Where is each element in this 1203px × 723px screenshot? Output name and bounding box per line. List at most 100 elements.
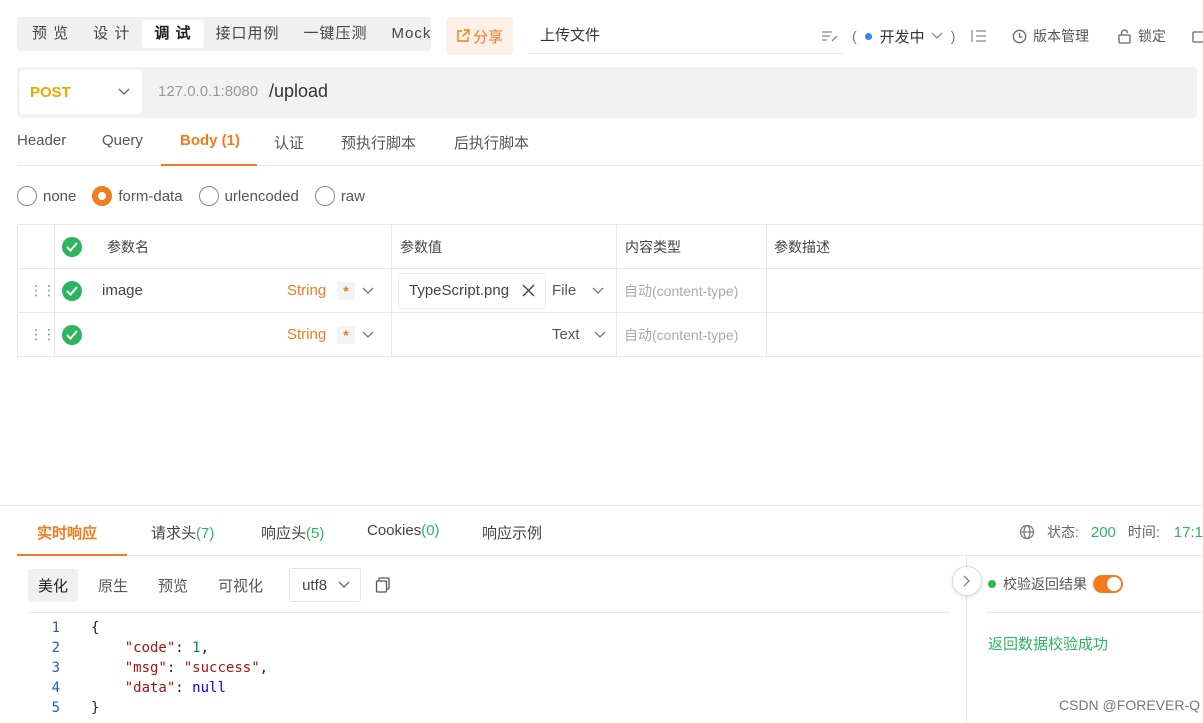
chevron-down-icon[interactable] — [362, 313, 374, 356]
chevron-down-icon — [592, 287, 604, 294]
active-tab-indicator — [17, 554, 127, 556]
more-icon[interactable] — [1192, 24, 1203, 48]
content-type-input[interactable]: 自动(content-type) — [624, 313, 738, 356]
file-value-field[interactable]: TypeScript.png — [398, 269, 546, 312]
tab-design[interactable]: 设 计 — [81, 20, 142, 48]
line-number: 4 — [51, 680, 60, 696]
file-name: TypeScript.png — [409, 282, 510, 299]
tab-post-script[interactable]: 后执行脚本 — [454, 132, 529, 153]
chevron-down-icon — [118, 88, 130, 95]
api-name-input[interactable]: 上传文件 — [528, 18, 843, 54]
format-raw[interactable]: 原生 — [88, 569, 138, 602]
param-type[interactable]: String — [287, 269, 326, 312]
param-name-input[interactable]: image — [102, 269, 143, 312]
lock-icon — [1118, 28, 1131, 44]
tab-body[interactable]: Body (1) — [180, 132, 240, 149]
tab-live-response[interactable]: 实时响应 — [37, 522, 97, 543]
copy-icon[interactable] — [375, 577, 391, 593]
tab-auth[interactable]: 认证 — [274, 132, 304, 153]
env-selector[interactable]: ( 开发中 ) — [852, 24, 955, 48]
tab-cookies[interactable]: Cookies(0) — [367, 522, 440, 539]
value-kind-select[interactable]: Text — [552, 313, 606, 356]
radio-label: none — [43, 187, 77, 205]
format-bar: 美化 原生 预览 可视化 utf8 — [28, 568, 391, 602]
api-name-text: 上传文件 — [540, 27, 601, 44]
encoding-select[interactable]: utf8 — [289, 568, 362, 602]
outline-icon[interactable] — [971, 24, 987, 48]
check-icon — [62, 280, 82, 301]
required-toggle[interactable]: * — [337, 269, 355, 312]
drag-handle-icon[interactable]: ⋮⋮ — [29, 313, 56, 356]
share-icon — [457, 29, 470, 42]
mode-tabs: 预 览 设 计 调 试 接口用例 一键压测 Mock — [17, 17, 431, 51]
share-label: 分享 — [472, 28, 503, 46]
row-enable-check[interactable] — [62, 313, 82, 356]
method-label: POST — [30, 83, 71, 101]
response-panel: 实时响应 请求头(7) 响应头(5) Cookies(0) 响应示例 状态: 2… — [0, 505, 1203, 723]
json-code-value: 1 — [192, 640, 201, 656]
status-dot — [988, 580, 996, 588]
format-visualize[interactable]: 可视化 — [208, 569, 273, 602]
chevron-down-icon — [594, 331, 605, 338]
tab-load-test[interactable]: 一键压测 — [292, 20, 380, 48]
radio-raw[interactable]: raw — [314, 186, 365, 206]
tab-preview[interactable]: 预 览 — [20, 20, 81, 48]
tab-debug[interactable]: 调 试 — [142, 20, 204, 48]
line-number: 5 — [51, 700, 60, 716]
tab-response-headers[interactable]: 响应头(5) — [261, 522, 324, 543]
tab-header[interactable]: Header — [17, 132, 66, 149]
radio-circle — [314, 186, 335, 206]
radio-form-data[interactable]: form-data — [92, 186, 183, 206]
line-number: 2 — [51, 640, 60, 656]
select-all-check[interactable] — [62, 225, 82, 268]
tab-pre-script[interactable]: 预执行脚本 — [341, 132, 416, 153]
tab-request-headers[interactable]: 请求头(7) — [151, 522, 214, 543]
table-row: ⋮⋮ String * Text 自动(content-type) — [17, 313, 1203, 357]
table-header-row: 参数名 参数值 内容类型 参数描述 — [17, 225, 1203, 269]
param-type[interactable]: String — [287, 313, 326, 356]
radio-circle — [198, 186, 219, 206]
validate-label: 校验返回结果 — [1003, 576, 1087, 592]
status-code: 200 — [1090, 523, 1116, 541]
chevron-right-icon[interactable] — [952, 566, 982, 596]
method-select[interactable]: POST — [20, 70, 142, 114]
required-toggle[interactable]: * — [337, 313, 355, 356]
value-kind-select[interactable]: File — [552, 269, 604, 312]
url-path-input[interactable]: /upload — [269, 81, 328, 102]
format-pretty[interactable]: 美化 — [28, 568, 79, 602]
content-type-input[interactable]: 自动(content-type) — [624, 269, 738, 312]
tab-mock[interactable]: Mock — [380, 20, 444, 48]
chevron-down-icon — [931, 32, 943, 39]
tab-test-case[interactable]: 接口用例 — [204, 20, 292, 48]
globe-icon — [1019, 524, 1035, 540]
drag-handle-icon[interactable]: ⋮⋮ — [29, 269, 56, 312]
radio-urlencoded[interactable]: urlencoded — [198, 186, 299, 206]
validate-toggle[interactable] — [1093, 575, 1123, 593]
format-preview[interactable]: 预览 — [148, 569, 198, 602]
host-prefix: 127.0.0.1:8080 — [158, 83, 259, 100]
response-status: 状态: 200 时间: 17:1 — [1019, 522, 1203, 542]
radio-label: form-data — [118, 187, 183, 205]
top-toolbar: 预 览 设 计 调 试 接口用例 一键压测 Mock 分享 上传文件 ( 开发中… — [0, 0, 1203, 70]
share-button[interactable]: 分享 — [446, 17, 513, 55]
lock-button[interactable]: 锁定 — [1118, 24, 1166, 48]
response-code-viewer[interactable]: 1{ 2 "code": 1, 3 "msg": "success", 4 "d… — [28, 612, 950, 723]
close-icon[interactable] — [522, 284, 535, 297]
header-value: 参数值 — [400, 238, 442, 255]
time-value: 17:1 — [1173, 523, 1203, 541]
chevron-down-icon — [338, 581, 350, 588]
response-tabs: 实时响应 请求头(7) 响应头(5) Cookies(0) 响应示例 状态: 2… — [17, 506, 1203, 556]
json-msg-value: success — [192, 660, 252, 676]
header-content-type: 内容类型 — [625, 238, 681, 255]
time-label: 时间: — [1127, 524, 1160, 540]
request-tabs: Header Query Body (1) 认证 预执行脚本 后执行脚本 — [17, 118, 1203, 166]
radio-none[interactable]: none — [17, 186, 76, 206]
check-icon — [62, 324, 82, 345]
tab-query[interactable]: Query — [102, 132, 143, 149]
chevron-down-icon[interactable] — [362, 269, 374, 312]
edit-icon[interactable] — [821, 24, 839, 48]
radio-circle-selected — [92, 186, 113, 206]
tab-response-examples[interactable]: 响应示例 — [482, 522, 542, 543]
version-button[interactable]: 版本管理 — [1012, 24, 1089, 48]
row-enable-check[interactable] — [62, 269, 82, 312]
